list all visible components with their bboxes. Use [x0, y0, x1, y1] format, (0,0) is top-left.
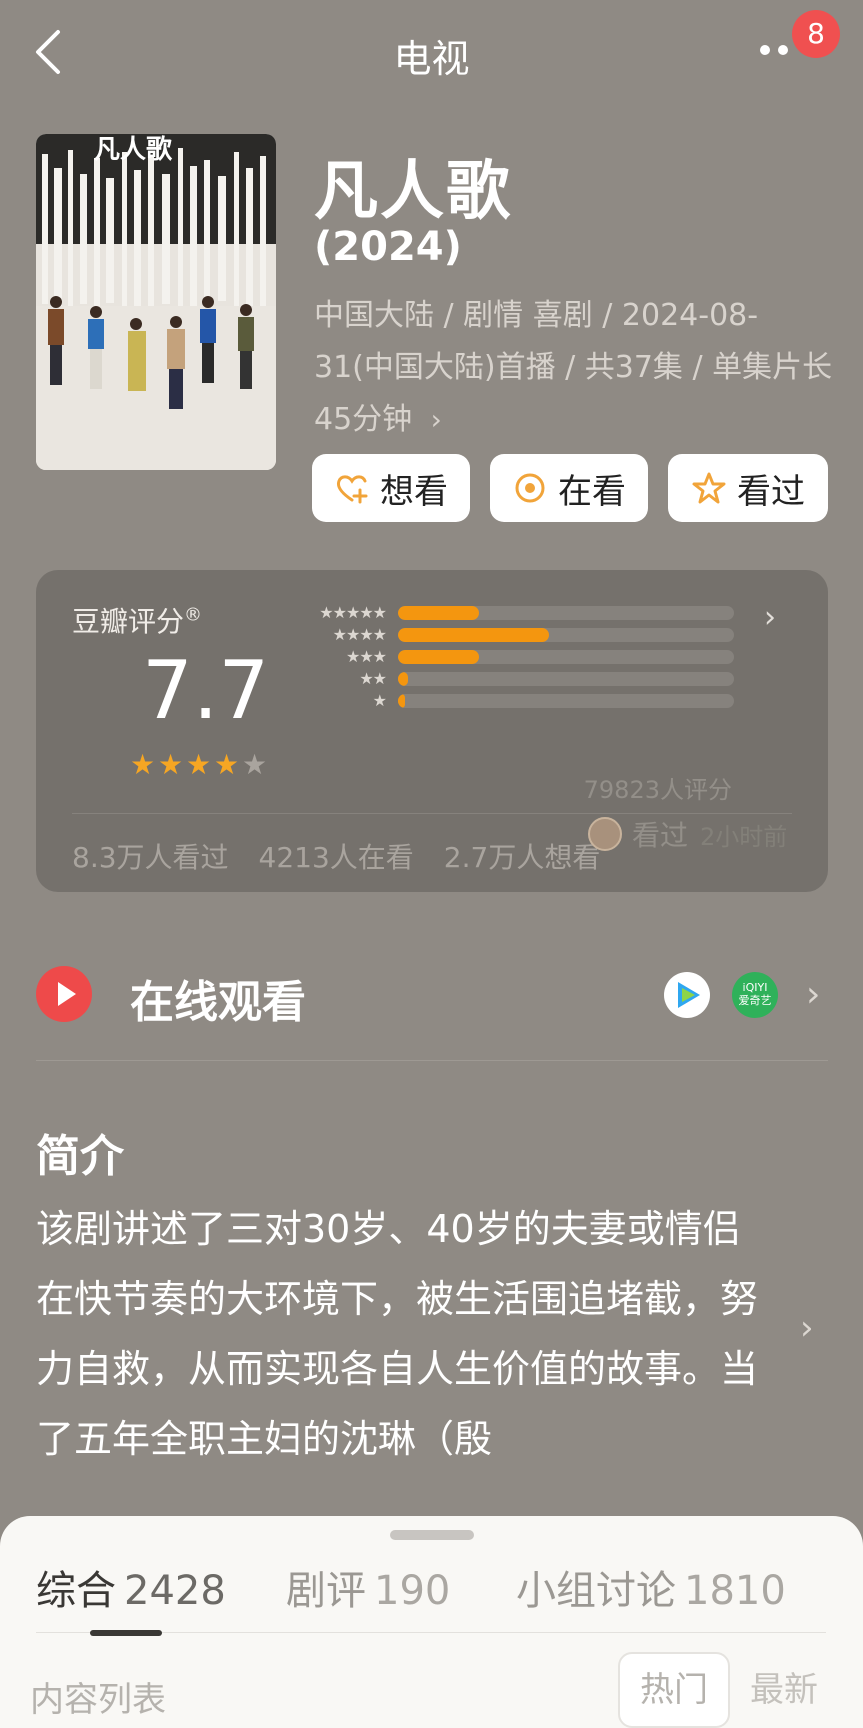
chevron-right-icon[interactable]: ›: [800, 1308, 814, 1348]
dist-bar-track: [398, 694, 734, 708]
rating-count: 79823人评分: [583, 776, 732, 804]
watching-button[interactable]: 在看: [490, 454, 648, 522]
target-icon: [515, 473, 545, 503]
star-icon: ★: [214, 748, 240, 781]
star-icon: ★: [242, 748, 268, 781]
tab-label: 综合: [36, 1568, 116, 1614]
tab-group-discussion[interactable]: 小组讨论 1810: [516, 1558, 786, 1616]
sheet-drag-handle[interactable]: [390, 1530, 474, 1540]
movie-meta[interactable]: 中国大陆 / 剧情 喜剧 / 2024-08-31(中国大陆)首播 / 共37集…: [314, 290, 834, 446]
rating-dist-row: ★★: [302, 669, 734, 688]
rating-dist-row: ★★★: [302, 647, 734, 666]
dist-bar-track: [398, 672, 734, 686]
play-icon: [36, 966, 92, 1022]
dist-bar-track: [398, 606, 734, 620]
dist-stars-label: ★★★★★: [319, 603, 387, 622]
nav-bar: 电视 8: [0, 0, 863, 100]
watch-online-row[interactable]: 在线观看 iQIYI 爱奇艺 ›: [36, 950, 828, 1058]
iqiyi-logo-text: iQIYI: [742, 981, 768, 994]
rating-score: 7.7: [142, 644, 270, 737]
content-list-label: 内容列表: [30, 1680, 166, 1720]
rating-label: 豆瓣评分®: [72, 600, 202, 640]
star-icon: ★: [130, 748, 156, 781]
poster-image[interactable]: 凡人歌: [36, 134, 276, 470]
rating-card[interactable]: 豆瓣评分® › 7.7 ★ ★ ★ ★ ★ ★★★★★ ★★★★ ★★★ ★★ …: [36, 570, 828, 892]
want-count: 2.7万人想看: [443, 841, 601, 874]
dist-bar-fill: [398, 606, 479, 620]
iqiyi-icon[interactable]: iQIYI 爱奇艺: [732, 972, 778, 1018]
sort-new-button[interactable]: 最新: [730, 1652, 838, 1728]
want-to-watch-button[interactable]: 想看: [312, 454, 470, 522]
rating-dist-row: ★★★★★: [302, 603, 734, 622]
tab-reviews[interactable]: 剧评 190: [286, 1558, 516, 1616]
chevron-right-icon: ›: [764, 600, 776, 635]
watching-label: 在看: [558, 471, 626, 512]
avatar: [588, 817, 622, 851]
want-label: 想看: [380, 471, 448, 512]
star-outline-icon: [692, 472, 726, 504]
registered-mark: ®: [184, 604, 203, 626]
tencent-video-icon[interactable]: [664, 972, 710, 1018]
intro-text[interactable]: 该剧讲述了三对30岁、40岁的夫妻或情侣在快节奏的大环境下，被生活围追堵截，努力…: [36, 1194, 766, 1474]
dist-stars-label: ★★: [359, 669, 387, 688]
dist-bar-track: [398, 628, 734, 642]
divider: [36, 1060, 828, 1061]
watch-online-label: 在线观看: [130, 977, 306, 1028]
dist-stars-label: ★: [372, 691, 387, 710]
watched-button[interactable]: 看过: [668, 454, 828, 522]
tab-bar: 综合 2428 剧评 190 小组讨论 1810: [36, 1558, 786, 1616]
sort-toggle: 热门 最新: [618, 1652, 838, 1728]
iqiyi-logo-subtext: 爱奇艺: [738, 994, 772, 1007]
notification-badge[interactable]: 8: [792, 10, 840, 58]
rating-dist-row: ★: [302, 691, 734, 710]
sort-hot-button[interactable]: 热门: [618, 1652, 730, 1728]
dist-bar-fill: [398, 650, 479, 664]
rating-stars: ★ ★ ★ ★ ★: [130, 748, 270, 781]
dist-bar-fill: [398, 672, 409, 686]
tab-label: 剧评: [286, 1568, 366, 1614]
movie-year: (2024): [314, 224, 462, 270]
movie-meta-text: 中国大陆 / 剧情 喜剧 / 2024-08-31(中国大陆)首播 / 共37集…: [314, 298, 833, 437]
dist-bar-track: [398, 650, 734, 664]
tab-overview[interactable]: 综合 2428: [36, 1558, 286, 1616]
tab-count: 2428: [124, 1568, 226, 1614]
dist-stars-label: ★★★★: [332, 625, 387, 644]
rating-dist-row: ★★★★: [302, 625, 734, 644]
star-icon: ★: [158, 748, 184, 781]
more-icon[interactable]: [758, 40, 798, 56]
tab-label: 小组讨论: [516, 1568, 676, 1614]
active-tab-indicator: [90, 1630, 162, 1636]
tab-count: 1810: [684, 1568, 786, 1614]
friend-status: 看过: [632, 819, 689, 852]
dist-stars-label: ★★★: [345, 647, 387, 666]
watched-count: 8.3万人看过: [72, 841, 229, 874]
rating-label-text: 豆瓣评分: [72, 605, 185, 638]
intro-heading: 简介: [36, 1131, 124, 1182]
poster-title-text: 凡人歌: [94, 135, 173, 165]
friend-activity[interactable]: 看过 2小时前: [588, 814, 787, 854]
dist-bar-fill: [398, 694, 405, 708]
page-title: 电视: [393, 37, 470, 81]
heart-plus-icon: [336, 475, 368, 504]
chevron-right-icon: ›: [806, 974, 821, 1015]
watching-count: 4213人在看: [258, 841, 414, 874]
chevron-right-icon: ›: [421, 403, 442, 436]
tencent-video-logo: [678, 982, 700, 1008]
movie-title: 凡人歌: [314, 155, 512, 229]
dist-bar-fill: [398, 628, 550, 642]
tab-count: 190: [374, 1568, 451, 1614]
bottom-sheet: 综合 2428 剧评 190 小组讨论 1810 内容列表 热门 最新: [0, 1516, 863, 1728]
friend-time: 2小时前: [700, 822, 788, 851]
watched-label: 看过: [737, 471, 805, 512]
rating-stats: 8.3万人看过 4213人在看 2.7万人想看: [72, 836, 600, 876]
star-icon: ★: [186, 748, 212, 781]
poster-artwork: 凡人歌: [36, 134, 276, 470]
